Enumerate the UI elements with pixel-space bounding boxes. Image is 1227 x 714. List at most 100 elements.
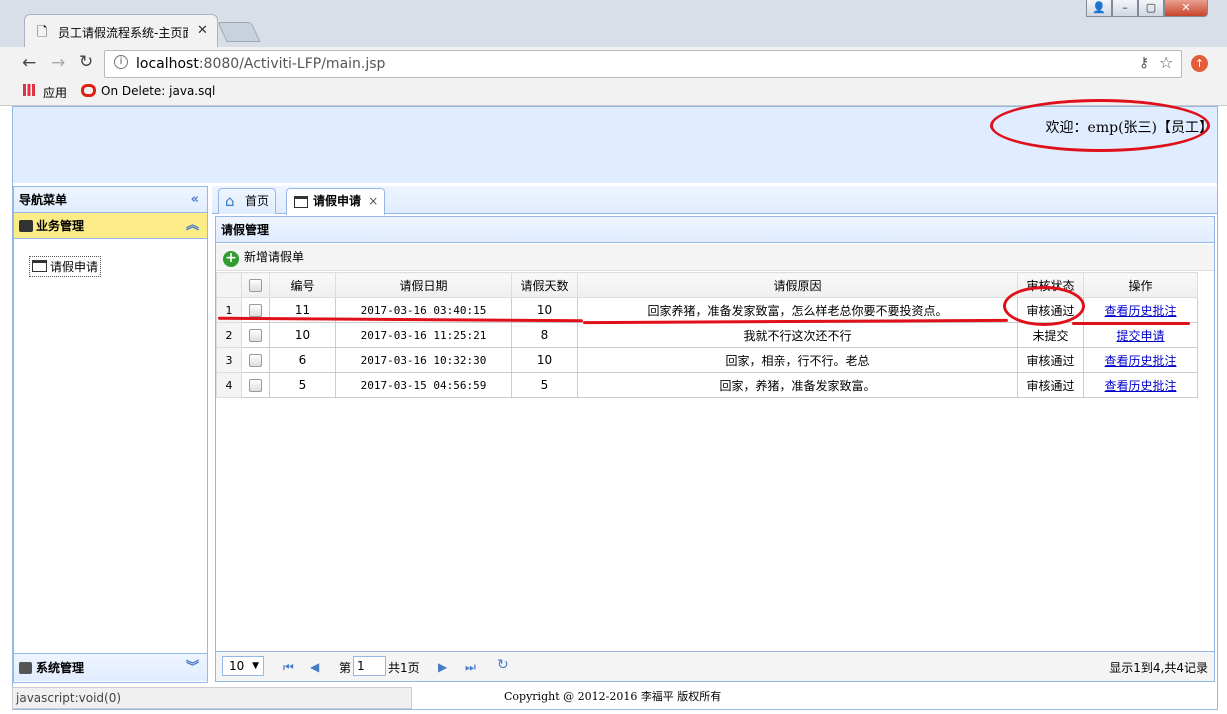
dropdown-arrow-icon: ▼ [252,661,259,671]
view-history-link[interactable]: 查看历史批注 [1104,304,1176,318]
nav-item-label: 请假申请 [50,260,99,274]
accordion-business-body: 请假申请 [14,239,207,653]
cell-date: 2017-03-16 11:25:21 [335,322,512,348]
collapse-left-icon[interactable]: « [191,187,199,213]
url-host: localhost [136,56,199,72]
extension-icon[interactable]: ↑ [1191,55,1208,72]
apps-grid-icon [23,84,35,96]
accordion-system-label: 系统管理 [36,661,85,675]
browser-tab-title: 员工请假流程系统-主页面 [58,26,188,40]
url-path: :8080/Activiti-LFP/main.jsp [198,56,386,72]
annotation-ellipse-welcome [990,99,1210,152]
url-text: localhost:8080/Activiti-LFP/main.jsp [136,56,385,72]
table-row[interactable]: 3 6 2017-03-16 10:32:30 10 回家，相亲，行不行。老总 … [216,347,1198,373]
tab-close-icon[interactable]: × [368,194,378,208]
add-leave-button[interactable]: + 新增请假单 [223,250,304,267]
col-id[interactable]: 编号 [269,272,336,298]
nav-item-leave-apply[interactable]: 请假申请 [29,256,102,277]
submit-application-link[interactable]: 提交申请 [1116,329,1164,343]
page-number-input[interactable]: 1 [353,656,386,676]
last-page-icon[interactable]: ⏭ [465,660,476,675]
cell-reason: 回家，相亲，行不行。老总 [577,347,1018,373]
cell-id: 6 [269,347,336,373]
tab-leave-apply[interactable]: 请假申请 × [286,188,386,215]
nav-header: 导航菜单 « [14,187,207,213]
page-size-value: 10 [229,659,245,673]
chevron-down-icon[interactable]: ︾ [186,654,199,682]
oracle-icon [81,84,96,97]
accordion-business-label: 业务管理 [36,219,85,233]
forward-icon[interactable]: → [51,53,65,73]
grid-title: 请假管理 [221,223,270,237]
home-icon: ⌂ [225,192,235,210]
page-total: 共1页 [388,661,420,675]
row-number: 3 [216,347,242,373]
col-date[interactable]: 请假日期 [335,272,512,298]
reload-icon[interactable]: ↻ [79,52,93,72]
first-page-icon[interactable]: ⏮ [283,660,294,675]
key-icon[interactable]: ⚷ [1139,55,1149,71]
info-icon[interactable]: i [114,55,128,69]
nav-panel: 导航菜单 « 业务管理 ︽ 请假申请 系统管理 ︾ [13,186,208,683]
nav-title: 导航菜单 [19,193,68,207]
browser-tab[interactable]: 🗋 员工请假流程系统-主页面 ✕ [24,14,218,47]
calendar-icon [32,260,47,272]
view-history-link[interactable]: 查看历史批注 [1104,354,1176,368]
tab-leave-apply-label: 请假申请 [313,194,362,208]
accordion-business[interactable]: 业务管理 ︽ [14,213,207,239]
row-number: 4 [216,372,242,398]
user-icon[interactable]: 👤 [1086,0,1112,17]
cell-action: 查看历史批注 [1083,297,1198,323]
cell-days: 10 [511,347,578,373]
cell-days: 8 [511,322,578,348]
grid-toolbar: + 新增请假单 [216,244,1214,271]
table-row[interactable]: 2 10 2017-03-16 11:25:21 8 我就不行这次还不行 未提交… [216,322,1198,348]
row-checkbox[interactable] [241,347,270,373]
row-number-header [216,272,242,298]
star-icon[interactable]: ☆ [1159,53,1173,72]
page-size-select[interactable]: 10 ▼ [222,656,264,676]
business-icon [19,220,33,232]
accordion-system[interactable]: 系统管理 ︾ [14,653,207,681]
row-number: 2 [216,322,242,348]
cell-action: 提交申请 [1083,322,1198,348]
view-history-link[interactable]: 查看历史批注 [1104,379,1176,393]
close-icon[interactable]: ✕ [197,23,208,38]
cell-status: 未提交 [1017,322,1084,348]
annotation-underline-right [1072,322,1190,325]
tab-home[interactable]: ⌂ 首页 [218,188,277,214]
col-reason[interactable]: 请假原因 [577,272,1018,298]
row-checkbox[interactable] [241,322,270,348]
cell-days: 5 [511,372,578,398]
window-controls: 👤 – ▢ ✕ [1086,0,1224,18]
cell-id: 5 [269,372,336,398]
bookmark-apps[interactable]: 应用 [43,84,67,101]
row-checkbox[interactable] [241,372,270,398]
system-icon [19,662,32,674]
page-icon: 🗋 [37,25,48,40]
col-action[interactable]: 操作 [1083,272,1198,298]
back-icon[interactable]: ← [22,53,36,73]
close-window-button[interactable]: ✕ [1164,0,1208,17]
page-info: 显示1到4,共4记录 [1109,661,1208,675]
browser-status-bar: javascript:void(0) [12,687,412,709]
select-all-checkbox[interactable] [241,272,270,298]
calendar-icon [294,196,308,208]
refresh-icon[interactable]: ↻ [497,657,509,673]
grid-title-bar: 请假管理 [216,217,1214,243]
prev-page-icon[interactable]: ◀ [310,660,319,674]
chevron-up-icon[interactable]: ︽ [186,213,199,239]
annotation-ellipse-status [1003,286,1085,326]
cell-id: 10 [269,322,336,348]
col-days[interactable]: 请假天数 [511,272,578,298]
cell-action: 查看历史批注 [1083,347,1198,373]
next-page-icon[interactable]: ▶ [438,660,447,674]
content-tabs: ⌂ 首页 请假申请 × [212,186,1217,215]
page-prefix: 第 [339,661,352,675]
cell-status: 审核通过 [1017,347,1084,373]
table-row[interactable]: 4 5 2017-03-15 04:56:59 5 回家，养猪，准备发家致富。 … [216,372,1198,398]
bookmark-on-delete[interactable]: On Delete: java.sql.S [101,84,216,98]
minimize-button[interactable]: – [1112,0,1138,17]
maximize-button[interactable]: ▢ [1138,0,1164,17]
cell-date: 2017-03-15 04:56:59 [335,372,512,398]
